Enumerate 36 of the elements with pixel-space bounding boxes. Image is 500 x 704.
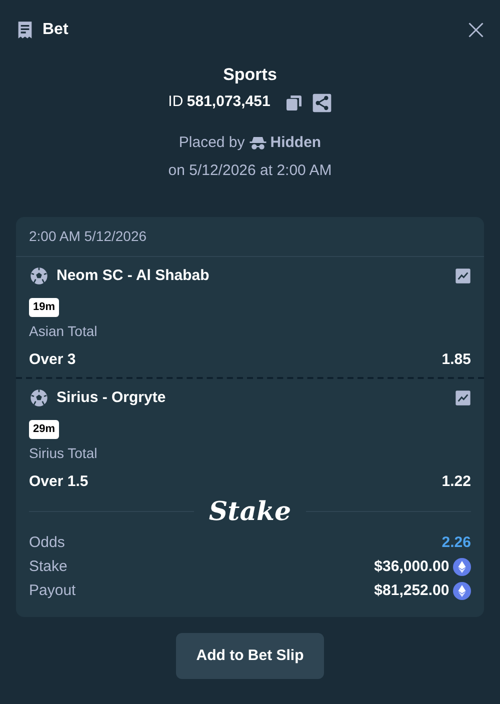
match-name: Neom SC - Al Shabab (56, 266, 210, 286)
placed-by-label: Placed by (178, 132, 245, 153)
soccer-ball-icon (29, 266, 49, 286)
placed-date: on 5/12/2026 at 2:00 AM (168, 161, 332, 182)
soccer-ball-icon (29, 388, 49, 408)
stats-chart-icon[interactable] (455, 268, 471, 284)
placed-by-user: Hidden (270, 132, 322, 153)
stats-chart-icon[interactable] (455, 390, 471, 406)
add-to-slip-button[interactable]: Add to Bet Slip (176, 632, 324, 680)
market-name: Asian Total (29, 322, 98, 339)
match-clock: 19m (29, 298, 60, 317)
share-icon[interactable] (312, 92, 332, 112)
ethereum-icon (453, 558, 471, 576)
ethereum-icon (453, 582, 471, 600)
copy-icon[interactable] (284, 92, 304, 112)
event-time: 2:00 AM 5/12/2026 (29, 228, 147, 244)
modal-title: Bet (42, 20, 68, 40)
summary-label: Stake (29, 556, 68, 576)
bet-type: Sports (223, 64, 277, 86)
match-clock: 29m (29, 420, 60, 439)
amount: $36,000.00 (374, 556, 450, 576)
selection: Over 1.5 (29, 472, 88, 492)
summary-label: Odds (29, 532, 65, 552)
selection-odds: 1.85 (442, 350, 471, 370)
bet-id: 581,073,451 (186, 92, 270, 112)
id-label: ID (168, 92, 184, 112)
market-name: Sirius Total (29, 444, 98, 461)
summary-label: Payout (29, 580, 76, 600)
selection-odds: 1.22 (442, 472, 471, 492)
brand-logo: Stake (208, 498, 292, 525)
selection: Over 3 (29, 350, 76, 370)
incognito-icon (248, 134, 267, 152)
total-odds: 2.26 (442, 532, 471, 552)
close-icon[interactable] (467, 21, 485, 39)
amount: $81,252.00 (374, 580, 450, 600)
match-name: Sirius - Orgryte (56, 388, 166, 408)
